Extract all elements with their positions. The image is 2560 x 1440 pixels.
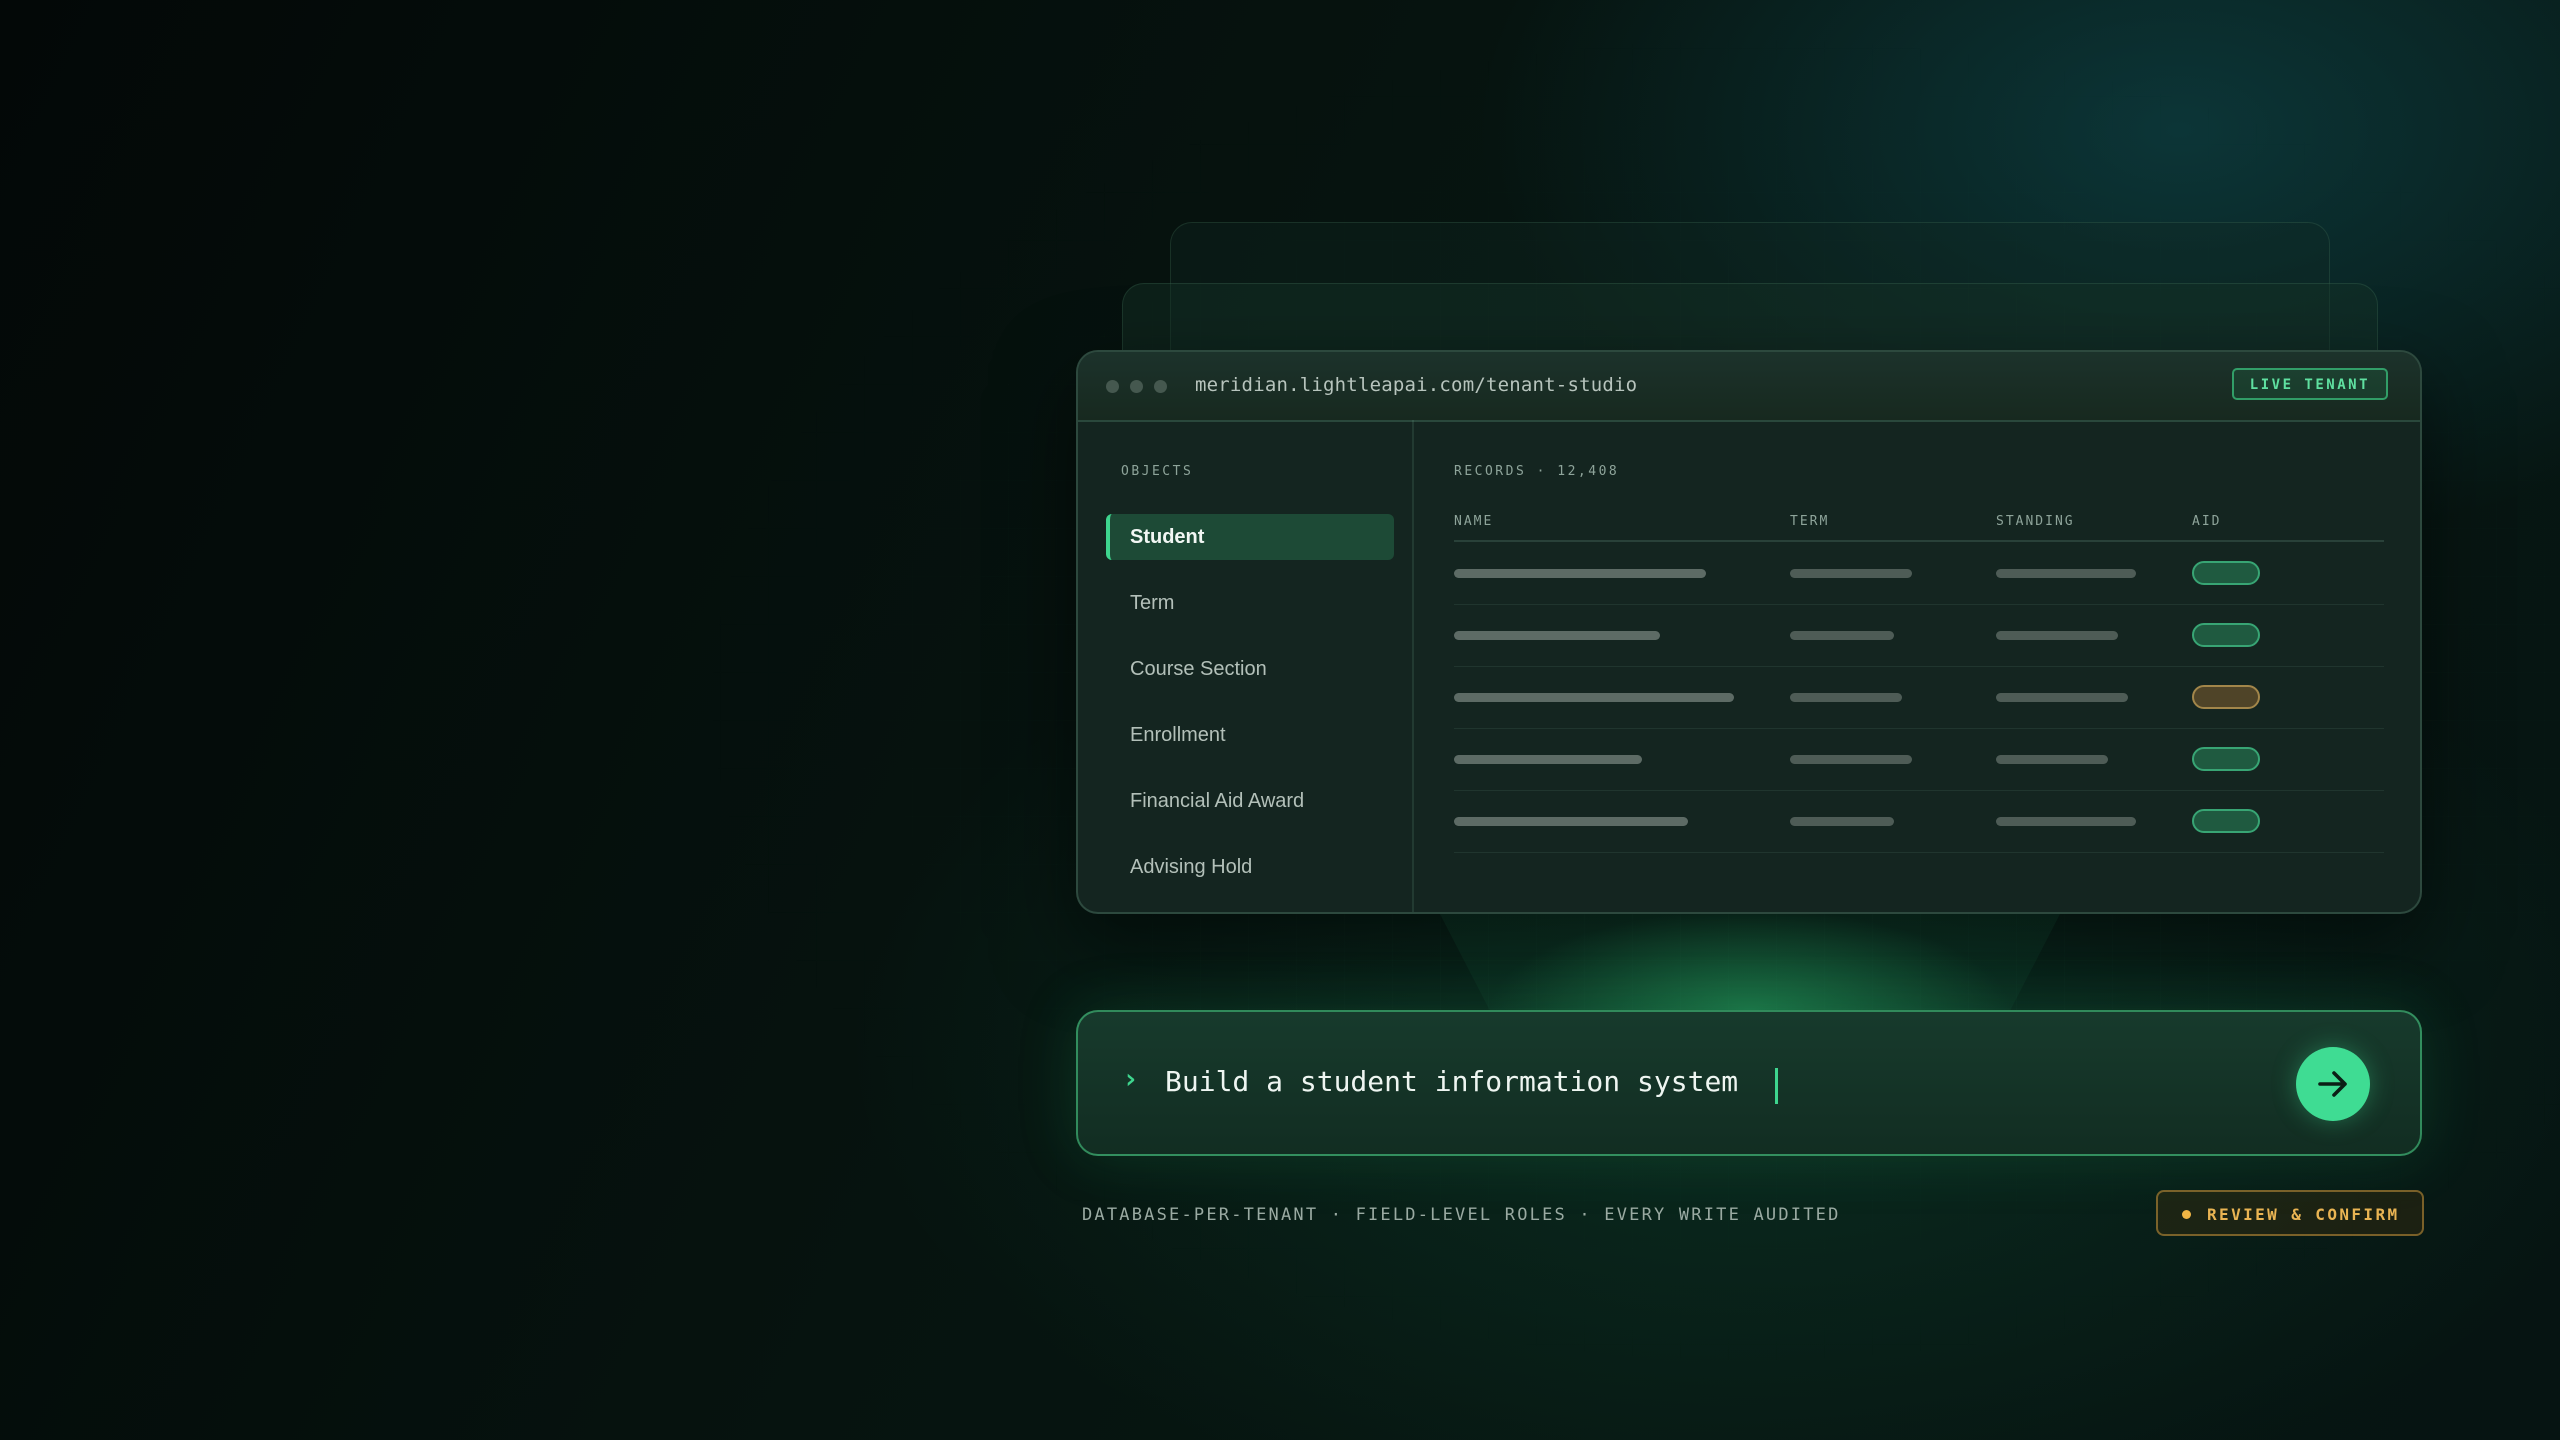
column-header-standing[interactable]: STANDING: [1996, 514, 2075, 529]
name-placeholder: [1454, 755, 1642, 764]
objects-section-label: OBJECTS: [1121, 464, 1194, 479]
prompt-input[interactable]: › Build a student information system: [1076, 1010, 2422, 1156]
column-header-term[interactable]: TERM: [1790, 514, 1829, 529]
term-placeholder: [1790, 693, 1902, 702]
address-url[interactable]: meridian.lightleapai.com/tenant-studio: [1195, 374, 1637, 396]
standing-placeholder: [1996, 693, 2128, 702]
sidebar-item-enrollment[interactable]: Enrollment: [1106, 712, 1394, 758]
records-panel: RECORDS · 12,408 NAME TERM STANDING AID: [1412, 420, 2420, 912]
term-placeholder: [1790, 569, 1912, 578]
sidebar-item-advising-hold[interactable]: Advising Hold: [1106, 844, 1394, 890]
standing-placeholder: [1996, 631, 2118, 640]
sidebar-item-course-section[interactable]: Course Section: [1106, 646, 1394, 692]
standing-placeholder: [1996, 569, 2136, 578]
aid-status-pill: [2192, 623, 2260, 647]
sidebar-item-financial-aid-award[interactable]: Financial Aid Award: [1106, 778, 1394, 824]
status-dot-icon: [2182, 1210, 2191, 1219]
window-dot-close[interactable]: [1106, 380, 1119, 393]
table-row[interactable]: [1454, 666, 2384, 729]
column-header-name[interactable]: NAME: [1454, 514, 1493, 529]
text-caret: [1775, 1068, 1778, 1104]
window-dot-minimize[interactable]: [1130, 380, 1143, 393]
feature-tagline: DATABASE-PER-TENANT · FIELD-LEVEL ROLES …: [1082, 1205, 1841, 1225]
window-dot-maximize[interactable]: [1154, 380, 1167, 393]
prompt-chevron-icon: ›: [1122, 1062, 1139, 1095]
records-count-label: RECORDS · 12,408: [1454, 464, 1620, 479]
standing-placeholder: [1996, 755, 2108, 764]
review-confirm-label: REVIEW & CONFIRM: [2207, 1205, 2400, 1224]
glow-beam: [1440, 914, 2060, 1010]
sidebar-item-student[interactable]: Student: [1106, 514, 1394, 560]
aid-status-pill: [2192, 685, 2260, 709]
window-titlebar: meridian.lightleapai.com/tenant-studio L…: [1078, 352, 2420, 422]
name-placeholder: [1454, 693, 1734, 702]
term-placeholder: [1790, 817, 1894, 826]
aid-status-pill: [2192, 747, 2260, 771]
term-placeholder: [1790, 631, 1894, 640]
aid-status-pill: [2192, 561, 2260, 585]
column-header-aid[interactable]: AID: [2192, 514, 2221, 529]
aid-status-pill: [2192, 809, 2260, 833]
send-button[interactable]: [2296, 1047, 2370, 1121]
table-row[interactable]: [1454, 790, 2384, 853]
term-placeholder: [1790, 755, 1912, 764]
sidebar-item-term[interactable]: Term: [1106, 580, 1394, 626]
table-row[interactable]: [1454, 542, 2384, 605]
table-row[interactable]: [1454, 604, 2384, 667]
objects-sidebar: OBJECTS Student Term Course Section Enro…: [1078, 420, 1414, 912]
table-row[interactable]: [1454, 728, 2384, 791]
name-placeholder: [1454, 631, 1660, 640]
name-placeholder: [1454, 569, 1706, 578]
arrow-right-icon: [2318, 1071, 2347, 1097]
name-placeholder: [1454, 817, 1688, 826]
review-confirm-badge[interactable]: REVIEW & CONFIRM: [2156, 1190, 2424, 1236]
live-tenant-badge: LIVE TENANT: [2231, 368, 2388, 400]
standing-placeholder: [1996, 817, 2136, 826]
prompt-text[interactable]: Build a student information system: [1165, 1065, 1738, 1098]
app-window: meridian.lightleapai.com/tenant-studio L…: [1076, 350, 2422, 914]
